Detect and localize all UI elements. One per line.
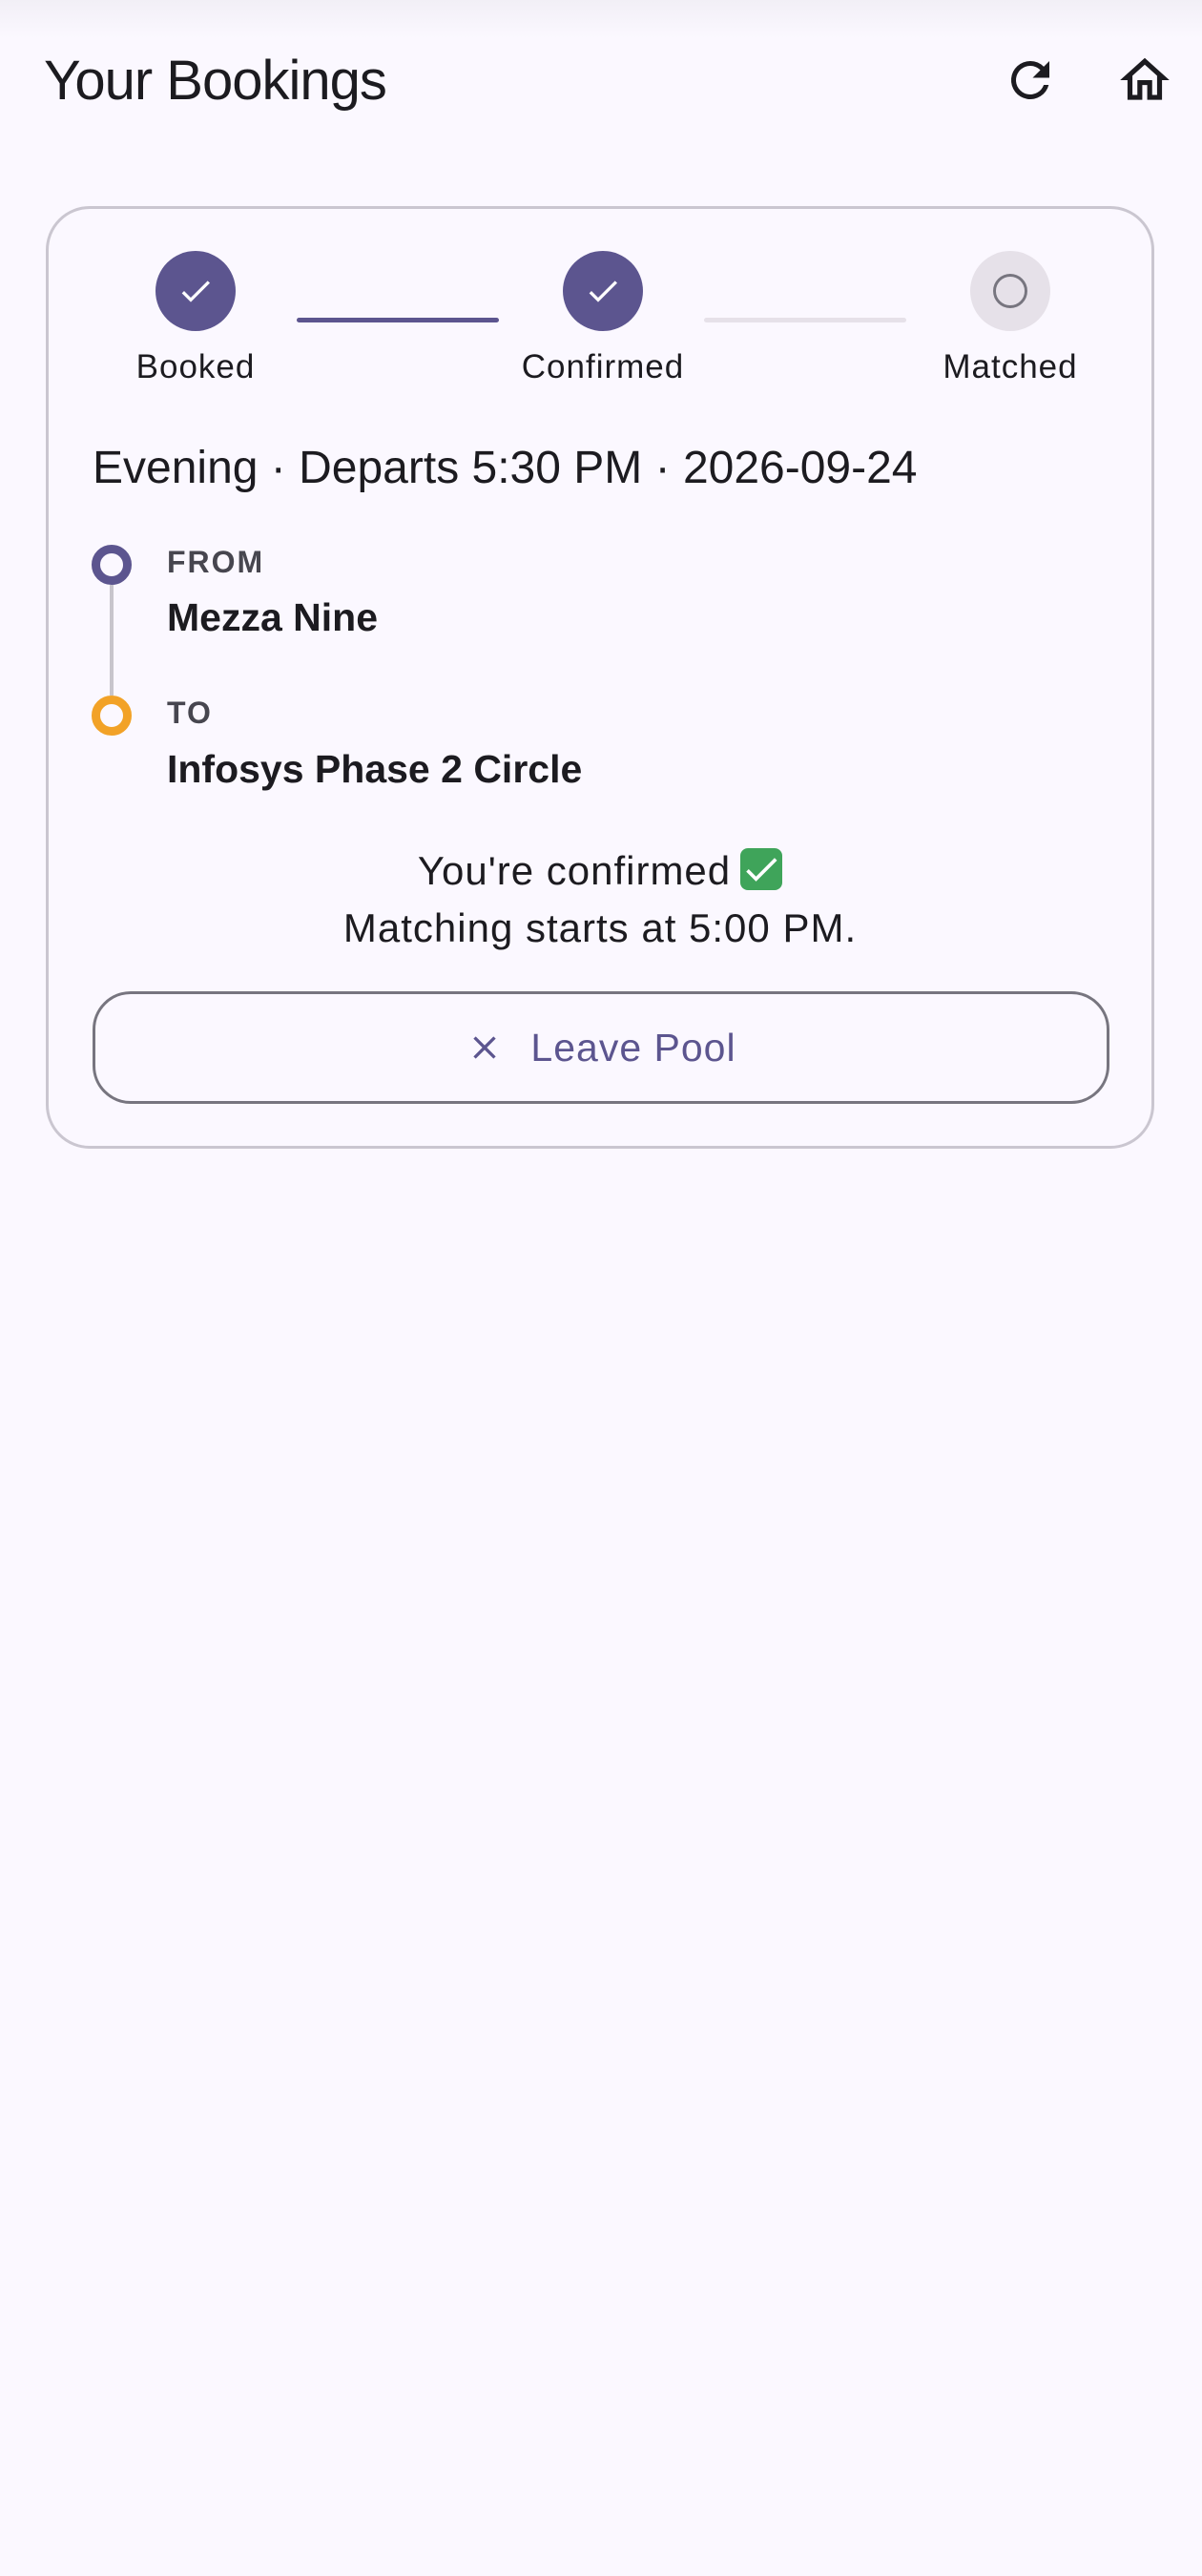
leave-pool-label: Leave Pool xyxy=(530,1026,736,1070)
step-connector-done xyxy=(297,318,499,322)
step-connector-pending xyxy=(704,318,906,322)
check-icon xyxy=(589,280,617,302)
booking-card: Booked Confirmed Matched Evening · Depar… xyxy=(46,206,1154,1149)
step-booked-indicator xyxy=(155,251,236,331)
to-caption: TO xyxy=(167,696,213,730)
bookings-screen: Your Bookings Booked Confirmed Matched E… xyxy=(0,0,1202,2576)
from-place: Mezza Nine xyxy=(167,595,378,639)
step-booked-label: Booked xyxy=(135,348,256,385)
status-line-2: Matching starts at 5:00 PM. xyxy=(342,905,858,950)
from-caption: FROM xyxy=(167,545,265,579)
refresh-button[interactable] xyxy=(992,42,1068,118)
check-icon xyxy=(746,858,777,882)
step-confirmed-label: Confirmed xyxy=(521,348,685,385)
status-message: You're confirmed Matching starts at 5:00… xyxy=(49,842,1151,957)
app-bar: Your Bookings xyxy=(0,0,1202,143)
page-title: Your Bookings xyxy=(44,50,387,112)
route-connector xyxy=(110,585,114,696)
origin-marker-icon xyxy=(92,545,132,585)
destination-marker-icon xyxy=(92,696,132,736)
home-button[interactable] xyxy=(1107,42,1183,118)
to-place: Infosys Phase 2 Circle xyxy=(167,747,583,791)
status-line-1: You're confirmed xyxy=(49,842,1151,900)
home-icon xyxy=(1120,57,1170,100)
empty-circle-icon xyxy=(993,274,1027,308)
check-mark-emoji-icon xyxy=(740,848,783,890)
check-icon xyxy=(181,280,210,302)
step-matched-indicator xyxy=(970,251,1050,331)
step-matched-label: Matched xyxy=(943,348,1078,385)
confirmed-text: You're confirmed xyxy=(417,848,732,893)
trip-summary: Evening · Departs 5:30 PM · 2026-09-24 xyxy=(93,443,918,493)
leave-pool-button[interactable]: Leave Pool xyxy=(93,991,1109,1104)
close-icon xyxy=(473,1036,497,1059)
refresh-icon xyxy=(1010,60,1049,99)
step-confirmed-indicator xyxy=(563,251,643,331)
